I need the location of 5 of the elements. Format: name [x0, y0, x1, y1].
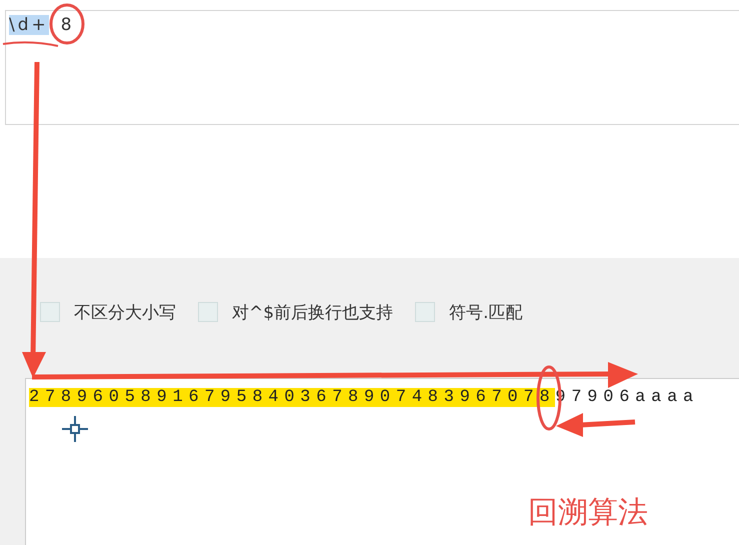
option-checkbox[interactable]: 不区分大小写 — [40, 300, 176, 324]
option-checkbox[interactable]: 符号.匹配 — [415, 300, 522, 324]
regex-field[interactable]: \d+ 8 — [5, 10, 739, 125]
option-checkbox[interactable]: 对^$前后换行也支持 — [198, 300, 394, 324]
annotation-text: 回溯算法 — [528, 494, 648, 532]
